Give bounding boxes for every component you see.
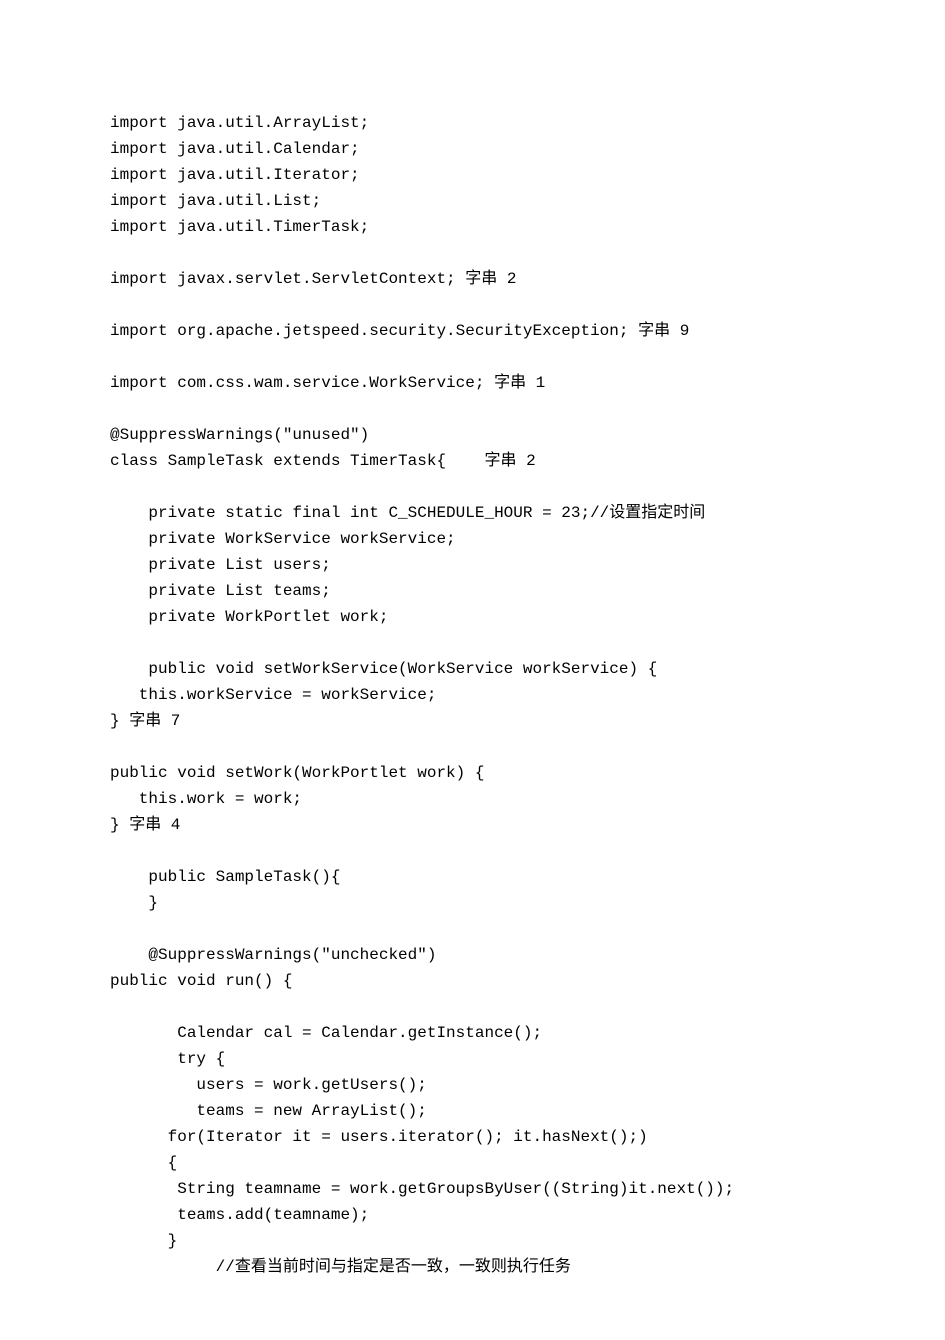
code-block: import java.util.ArrayList; import java.…	[110, 110, 835, 1280]
document-page: import java.util.ArrayList; import java.…	[0, 0, 945, 1340]
